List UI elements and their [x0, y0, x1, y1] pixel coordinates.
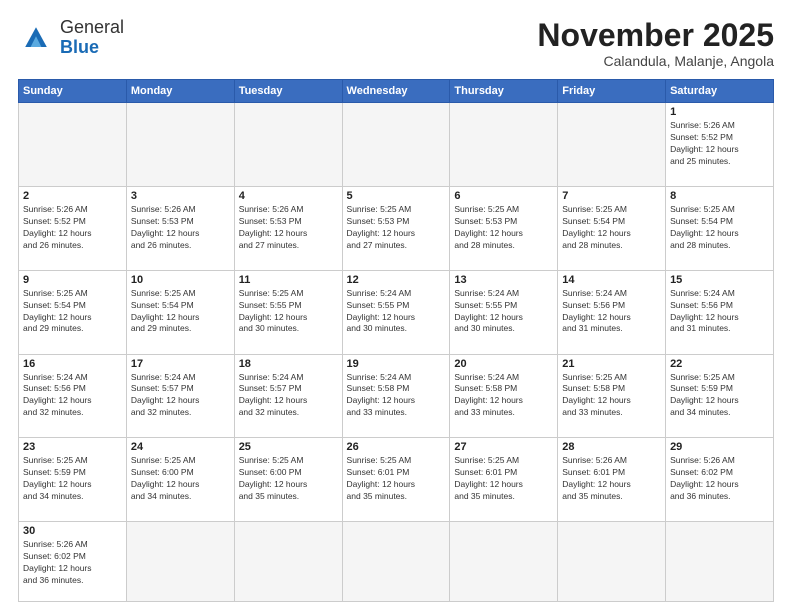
header-wednesday: Wednesday: [342, 80, 450, 103]
day-5: 5 Sunrise: 5:25 AM Sunset: 5:53 PM Dayli…: [342, 186, 450, 270]
empty-cell: [126, 522, 234, 602]
weekday-header-row: Sunday Monday Tuesday Wednesday Thursday…: [19, 80, 774, 103]
day-29: 29 Sunrise: 5:26 AM Sunset: 6:02 PM Dayl…: [666, 438, 774, 522]
week-row-1: 1 Sunrise: 5:26 AM Sunset: 5:52 PM Dayli…: [19, 103, 774, 187]
day-8: 8 Sunrise: 5:25 AM Sunset: 5:54 PM Dayli…: [666, 186, 774, 270]
week-row-5: 23 Sunrise: 5:25 AM Sunset: 5:59 PM Dayl…: [19, 438, 774, 522]
week-row-6: 30 Sunrise: 5:26 AM Sunset: 6:02 PM Dayl…: [19, 522, 774, 602]
month-year: November 2025: [537, 18, 774, 53]
day-22: 22 Sunrise: 5:25 AM Sunset: 5:59 PM Dayl…: [666, 354, 774, 438]
day-2: 2 Sunrise: 5:26 AM Sunset: 5:52 PM Dayli…: [19, 186, 127, 270]
day-16: 16 Sunrise: 5:24 AM Sunset: 5:56 PM Dayl…: [19, 354, 127, 438]
day-15: 15 Sunrise: 5:24 AM Sunset: 5:56 PM Dayl…: [666, 270, 774, 354]
day-6: 6 Sunrise: 5:25 AM Sunset: 5:53 PM Dayli…: [450, 186, 558, 270]
logo-general: General: [60, 17, 124, 37]
empty-cell: [342, 522, 450, 602]
day-21: 21 Sunrise: 5:25 AM Sunset: 5:58 PM Dayl…: [558, 354, 666, 438]
title-area: November 2025 Calandula, Malanje, Angola: [537, 18, 774, 69]
day-24: 24 Sunrise: 5:25 AM Sunset: 6:00 PM Dayl…: [126, 438, 234, 522]
day-26: 26 Sunrise: 5:25 AM Sunset: 6:01 PM Dayl…: [342, 438, 450, 522]
logo-text: General Blue: [60, 18, 124, 58]
day-7: 7 Sunrise: 5:25 AM Sunset: 5:54 PM Dayli…: [558, 186, 666, 270]
day-18: 18 Sunrise: 5:24 AM Sunset: 5:57 PM Dayl…: [234, 354, 342, 438]
header-saturday: Saturday: [666, 80, 774, 103]
day-4: 4 Sunrise: 5:26 AM Sunset: 5:53 PM Dayli…: [234, 186, 342, 270]
empty-cell: [19, 103, 127, 187]
location: Calandula, Malanje, Angola: [537, 53, 774, 69]
day-30: 30 Sunrise: 5:26 AM Sunset: 6:02 PM Dayl…: [19, 522, 127, 602]
empty-cell: [126, 103, 234, 187]
day-1: 1 Sunrise: 5:26 AM Sunset: 5:52 PM Dayli…: [666, 103, 774, 187]
week-row-3: 9 Sunrise: 5:25 AM Sunset: 5:54 PM Dayli…: [19, 270, 774, 354]
day-12: 12 Sunrise: 5:24 AM Sunset: 5:55 PM Dayl…: [342, 270, 450, 354]
header-tuesday: Tuesday: [234, 80, 342, 103]
empty-cell: [234, 522, 342, 602]
header-thursday: Thursday: [450, 80, 558, 103]
header-friday: Friday: [558, 80, 666, 103]
logo: General Blue: [18, 18, 124, 58]
empty-cell: [558, 522, 666, 602]
day-23: 23 Sunrise: 5:25 AM Sunset: 5:59 PM Dayl…: [19, 438, 127, 522]
day-17: 17 Sunrise: 5:24 AM Sunset: 5:57 PM Dayl…: [126, 354, 234, 438]
day-19: 19 Sunrise: 5:24 AM Sunset: 5:58 PM Dayl…: [342, 354, 450, 438]
day-13: 13 Sunrise: 5:24 AM Sunset: 5:55 PM Dayl…: [450, 270, 558, 354]
header-monday: Monday: [126, 80, 234, 103]
week-row-2: 2 Sunrise: 5:26 AM Sunset: 5:52 PM Dayli…: [19, 186, 774, 270]
day-27: 27 Sunrise: 5:25 AM Sunset: 6:01 PM Dayl…: [450, 438, 558, 522]
day-25: 25 Sunrise: 5:25 AM Sunset: 6:00 PM Dayl…: [234, 438, 342, 522]
empty-cell: [450, 522, 558, 602]
empty-cell: [450, 103, 558, 187]
day-10: 10 Sunrise: 5:25 AM Sunset: 5:54 PM Dayl…: [126, 270, 234, 354]
empty-cell: [234, 103, 342, 187]
header: General Blue November 2025 Calandula, Ma…: [18, 18, 774, 69]
day-11: 11 Sunrise: 5:25 AM Sunset: 5:55 PM Dayl…: [234, 270, 342, 354]
empty-cell: [666, 522, 774, 602]
day-14: 14 Sunrise: 5:24 AM Sunset: 5:56 PM Dayl…: [558, 270, 666, 354]
page: General Blue November 2025 Calandula, Ma…: [0, 0, 792, 612]
day-9: 9 Sunrise: 5:25 AM Sunset: 5:54 PM Dayli…: [19, 270, 127, 354]
day-20: 20 Sunrise: 5:24 AM Sunset: 5:58 PM Dayl…: [450, 354, 558, 438]
logo-blue: Blue: [60, 37, 99, 57]
week-row-4: 16 Sunrise: 5:24 AM Sunset: 5:56 PM Dayl…: [19, 354, 774, 438]
empty-cell: [558, 103, 666, 187]
calendar-table: Sunday Monday Tuesday Wednesday Thursday…: [18, 79, 774, 602]
empty-cell: [342, 103, 450, 187]
generalblue-logo-icon: [18, 20, 54, 56]
day-28: 28 Sunrise: 5:26 AM Sunset: 6:01 PM Dayl…: [558, 438, 666, 522]
header-sunday: Sunday: [19, 80, 127, 103]
day-3: 3 Sunrise: 5:26 AM Sunset: 5:53 PM Dayli…: [126, 186, 234, 270]
